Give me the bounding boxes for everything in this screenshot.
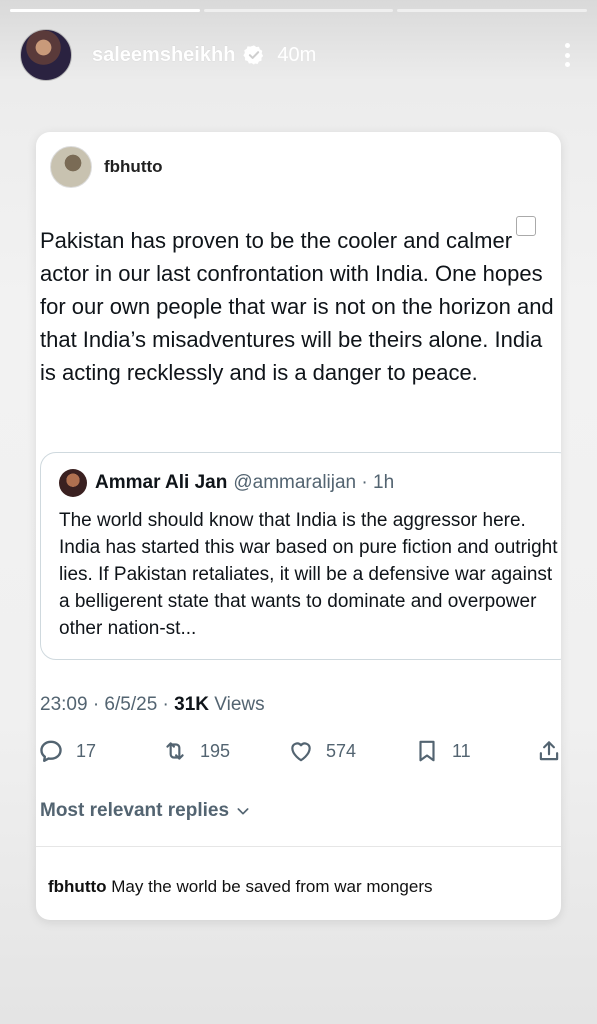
story-progress-bar bbox=[10, 9, 588, 12]
quoted-post-header: Ammar Ali Jan @ammaralijan · 1h bbox=[59, 469, 394, 497]
share-icon bbox=[539, 741, 559, 761]
post-author-avatar[interactable] bbox=[50, 146, 92, 188]
post-header: fbhutto bbox=[50, 146, 163, 188]
post-actions: 17 195 574 11 bbox=[36, 738, 561, 770]
story-timestamp: 40m bbox=[277, 43, 317, 66]
post-timestamp: 23:09 · 6/5/25 · bbox=[40, 694, 175, 715]
share-button[interactable] bbox=[536, 738, 561, 764]
quoted-author-name[interactable]: Ammar Ali Jan bbox=[95, 472, 227, 494]
post-text: Pakistan has proven to be the cooler and… bbox=[40, 228, 554, 385]
reply-item[interactable]: fbhutto May the world be saved from war … bbox=[48, 877, 433, 897]
story-header: saleemsheikhh 40m bbox=[20, 28, 577, 82]
views-label: Views bbox=[209, 694, 265, 715]
more-dot bbox=[564, 62, 570, 67]
views-count: 31K bbox=[174, 694, 210, 715]
verified-icon bbox=[243, 45, 264, 65]
shared-post-card[interactable]: fbhutto Pakistan has proven to be the co… bbox=[36, 132, 561, 920]
like-icon bbox=[291, 742, 311, 762]
repost-button[interactable]: 195 bbox=[162, 738, 230, 764]
reply-text: May the world be saved from war mongers bbox=[111, 877, 433, 896]
post-meta: 23:09 · 6/5/25 · 31K Views bbox=[40, 694, 265, 716]
repost-icon bbox=[166, 742, 184, 760]
story-username[interactable]: saleemsheikhh bbox=[92, 44, 235, 67]
story-progress-segment bbox=[397, 9, 588, 12]
bookmark-count: 11 bbox=[452, 740, 471, 761]
replies-sort-label: Most relevant replies bbox=[40, 800, 230, 821]
more-dot bbox=[564, 43, 570, 48]
quoted-author-handle: @ammaralijan · 1h bbox=[233, 472, 395, 493]
reply-button[interactable]: 17 bbox=[38, 738, 96, 764]
chevron-down-icon bbox=[237, 808, 249, 815]
reply-icon bbox=[40, 740, 62, 763]
post-author-name[interactable]: fbhutto bbox=[104, 157, 163, 177]
quoted-author-avatar[interactable] bbox=[59, 469, 87, 497]
story-progress-segment bbox=[10, 9, 200, 12]
reply-count: 17 bbox=[76, 740, 97, 761]
story-progress-segment bbox=[203, 9, 394, 12]
more-options-icon[interactable] bbox=[557, 41, 577, 69]
replies-sort-button[interactable]: Most relevant replies bbox=[40, 800, 251, 822]
divider bbox=[36, 846, 561, 847]
quoted-post-text: The world should know that India is the … bbox=[59, 510, 558, 639]
story-progress-fill bbox=[10, 9, 200, 12]
like-count: 574 bbox=[326, 740, 357, 761]
more-dot bbox=[564, 52, 570, 58]
story-avatar[interactable] bbox=[20, 29, 72, 81]
repost-count: 195 bbox=[200, 740, 231, 761]
quoted-post[interactable]: Ammar Ali Jan @ammaralijan · 1h The worl… bbox=[40, 452, 561, 660]
bookmark-icon bbox=[419, 740, 435, 762]
bookmark-button[interactable]: 11 bbox=[414, 738, 471, 764]
like-button[interactable]: 574 bbox=[288, 738, 356, 764]
reply-author[interactable]: fbhutto bbox=[48, 877, 107, 896]
